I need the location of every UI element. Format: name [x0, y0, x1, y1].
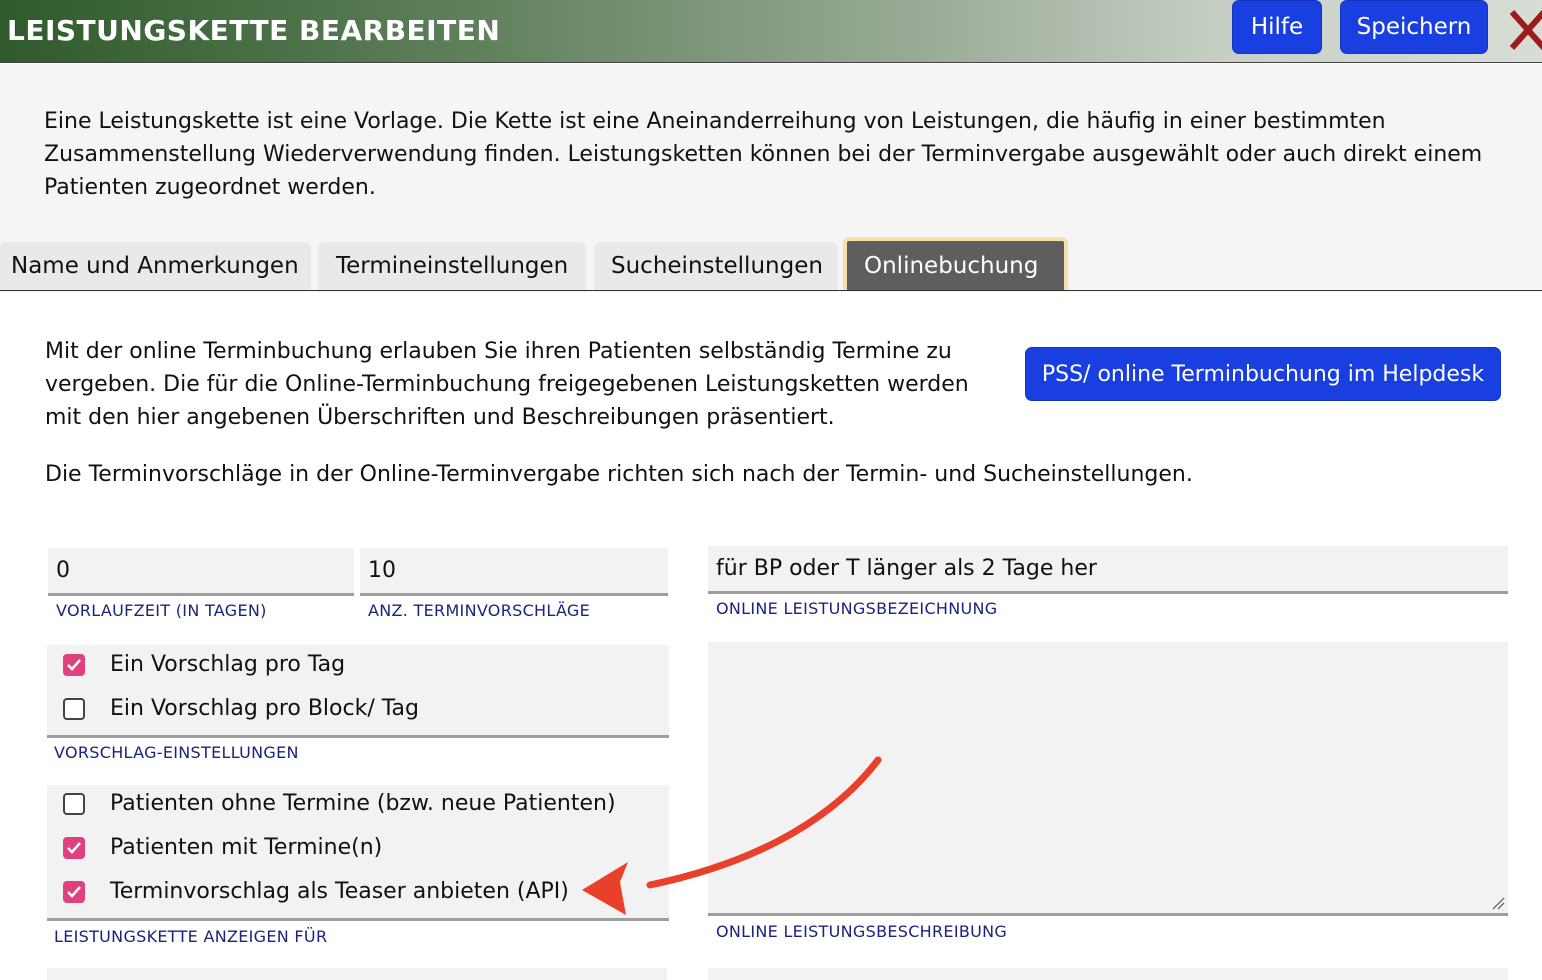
- option-patients-without-appointments[interactable]: Patienten ohne Termine (bzw. neue Patien…: [63, 791, 616, 816]
- annotation-arrow-icon: [582, 756, 882, 915]
- option-teaser-api[interactable]: Terminvorschlag als Teaser anbieten (API…: [63, 879, 569, 904]
- tab-name-und-anmerkungen[interactable]: Name und Anmerkungen: [0, 242, 311, 290]
- intro-text: Eine Leistungskette ist eine Vorlage. Di…: [44, 109, 1483, 200]
- option-label: Patienten ohne Termine (bzw. neue Patien…: [110, 791, 616, 816]
- option-label: Terminvorschlag als Teaser anbieten (API…: [110, 879, 569, 904]
- save-button[interactable]: Speichern: [1340, 0, 1488, 54]
- option-one-per-block-day[interactable]: Ein Vorschlag pro Block/ Tag: [63, 696, 419, 721]
- online-note: Die Terminvorschläge in der Online-Termi…: [45, 462, 1193, 487]
- option-label: Patienten mit Termine(n): [110, 835, 383, 860]
- option-one-per-day[interactable]: Ein Vorschlag pro Tag: [63, 652, 345, 677]
- online-description: Mit der online Terminbuchung erlauben Si…: [45, 339, 969, 430]
- tab-onlinebuchung[interactable]: Onlinebuchung: [843, 237, 1068, 290]
- option-patients-with-appointments[interactable]: Patienten mit Termine(n): [63, 835, 382, 860]
- option-label: Ein Vorschlag pro Block/ Tag: [110, 696, 419, 721]
- lead-time-input[interactable]: 0: [48, 548, 354, 596]
- close-icon[interactable]: [1506, 6, 1542, 52]
- checkbox-checked-icon[interactable]: [63, 880, 85, 903]
- helpdesk-button[interactable]: PSS/ online Terminbuchung im Helpdesk: [1025, 347, 1501, 401]
- tab-termineinstellungen[interactable]: Termineinstellungen: [318, 242, 586, 290]
- option-label: Ein Vorschlag pro Tag: [110, 652, 346, 677]
- suggestions-count-label: ANZ. TERMINVORSCHLÄGE: [368, 601, 591, 620]
- help-button[interactable]: Hilfe: [1232, 0, 1322, 54]
- next-field-left[interactable]: [47, 968, 667, 980]
- resize-handle-icon[interactable]: [1491, 896, 1505, 910]
- show-for-label: LEISTUNGSKETTE ANZEIGEN FÜR: [54, 927, 328, 946]
- next-field-right[interactable]: [708, 968, 1508, 980]
- page-title: LEISTUNGSKETTE BEARBEITEN: [7, 14, 501, 47]
- checkbox-checked-icon[interactable]: [63, 836, 85, 859]
- suggestion-settings-label: VORSCHLAG-EINSTELLUNGEN: [54, 743, 299, 762]
- header-bar: LEISTUNGSKETTE BEARBEITEN Hilfe Speicher…: [0, 0, 1542, 63]
- checkbox-checked-icon[interactable]: [63, 653, 85, 676]
- suggestions-count-input[interactable]: 10: [360, 548, 668, 596]
- suggestion-settings-group: Ein Vorschlag pro Tag Ein Vorschlag pro …: [47, 645, 669, 738]
- lead-time-label: VORLAUFZEIT (IN TAGEN): [56, 601, 267, 620]
- tab-sucheinstellungen[interactable]: Sucheinstellungen: [594, 242, 838, 290]
- checkbox-unchecked-icon[interactable]: [63, 697, 85, 720]
- tab-divider: [0, 290, 1542, 291]
- service-name-label: ONLINE LEISTUNGSBEZEICHNUNG: [716, 599, 998, 618]
- service-name-input[interactable]: für BP oder T länger als 2 Tage her: [708, 546, 1508, 594]
- checkbox-unchecked-icon[interactable]: [63, 792, 85, 815]
